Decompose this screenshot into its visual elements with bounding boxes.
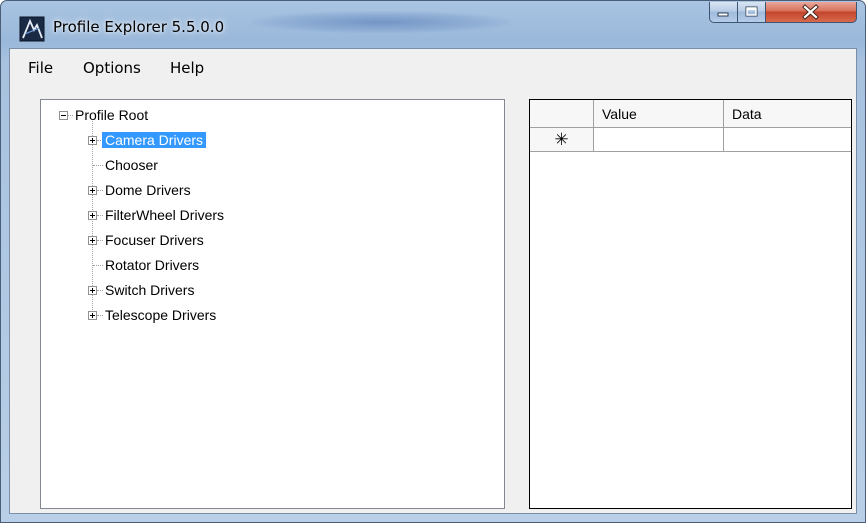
tree-connector bbox=[97, 215, 103, 217]
maximize-icon bbox=[745, 6, 758, 17]
profile-values-grid[interactable]: Value Data ✳ bbox=[529, 99, 852, 509]
new-row-value-cell[interactable] bbox=[594, 128, 724, 152]
tree-node-telescope-drivers[interactable]: Telescope Drivers bbox=[105, 305, 216, 325]
profile-tree[interactable]: Profile Root Camera Drivers Chooser Dome… bbox=[40, 99, 505, 509]
title-bar[interactable]: Profile Explorer 5.5.0.0 bbox=[1, 1, 865, 42]
menu-bar: File Options Help bbox=[10, 49, 856, 81]
new-row-marker-icon: ✳ bbox=[530, 128, 594, 152]
expand-filterwheel-drivers-icon[interactable] bbox=[88, 211, 97, 220]
client-area: File Options Help Profile Root Camera Dr… bbox=[9, 48, 857, 514]
minimize-icon bbox=[717, 12, 729, 17]
new-row-data-cell[interactable] bbox=[724, 128, 851, 152]
grid-column-header-data[interactable]: Data bbox=[724, 100, 851, 128]
tree-connector bbox=[97, 315, 103, 317]
tree-connector bbox=[97, 290, 103, 292]
tree-connector bbox=[93, 165, 103, 167]
expand-camera-drivers-icon[interactable] bbox=[88, 136, 97, 145]
expand-switch-drivers-icon[interactable] bbox=[88, 286, 97, 295]
maximize-button[interactable] bbox=[738, 2, 766, 23]
window-title: Profile Explorer 5.5.0.0 bbox=[53, 18, 225, 36]
tree-node-rotator-drivers[interactable]: Rotator Drivers bbox=[105, 255, 199, 275]
tree-node-filterwheel-drivers[interactable]: FilterWheel Drivers bbox=[105, 205, 224, 225]
menu-options[interactable]: Options bbox=[83, 59, 141, 77]
tree-node-switch-drivers[interactable]: Switch Drivers bbox=[105, 280, 194, 300]
ascom-logo-icon[interactable] bbox=[19, 16, 45, 42]
tree-connector bbox=[93, 265, 103, 267]
tree-connector bbox=[97, 240, 103, 242]
grid-row-header-corner bbox=[530, 100, 594, 128]
tree-connector bbox=[97, 190, 103, 192]
tree-node-dome-drivers[interactable]: Dome Drivers bbox=[105, 180, 191, 200]
menu-help[interactable]: Help bbox=[170, 59, 204, 77]
tree-node-focuser-drivers[interactable]: Focuser Drivers bbox=[105, 230, 204, 250]
expand-focuser-drivers-icon[interactable] bbox=[88, 236, 97, 245]
profile-explorer-window: Profile Explorer 5.5.0.0 File Options He… bbox=[0, 0, 866, 523]
menu-file[interactable]: File bbox=[28, 59, 53, 77]
minimize-button[interactable] bbox=[709, 2, 738, 23]
collapse-root-icon[interactable] bbox=[59, 111, 68, 120]
tree-node-camera-drivers[interactable]: Camera Drivers bbox=[102, 130, 207, 150]
tree-node-profile-root[interactable]: Profile Root bbox=[75, 105, 148, 125]
caption-buttons bbox=[709, 2, 857, 26]
tree-connector bbox=[68, 115, 73, 117]
title-bar-glow bbox=[251, 11, 511, 33]
expand-dome-drivers-icon[interactable] bbox=[88, 186, 97, 195]
close-icon bbox=[802, 4, 819, 20]
expand-telescope-drivers-icon[interactable] bbox=[88, 311, 97, 320]
grid-column-header-value[interactable]: Value bbox=[594, 100, 724, 128]
close-button[interactable] bbox=[766, 2, 857, 23]
tree-node-chooser[interactable]: Chooser bbox=[105, 155, 158, 175]
